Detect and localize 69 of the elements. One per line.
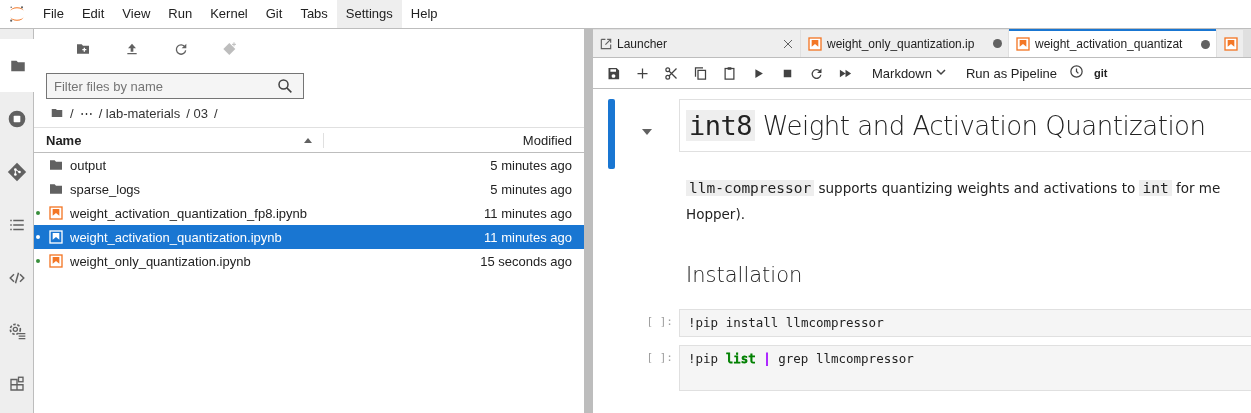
notebook-icon xyxy=(48,253,64,269)
breadcrumb[interactable]: / 03 xyxy=(186,105,208,121)
folder-icon xyxy=(50,106,64,120)
collapse-caret-icon xyxy=(641,128,653,136)
code-cell[interactable]: !pip list | grep llmcompressor xyxy=(679,345,1251,391)
save-icon xyxy=(606,65,621,81)
search-icon xyxy=(276,77,294,95)
close-icon xyxy=(782,37,794,50)
clock-icon xyxy=(1069,64,1085,79)
file-row[interactable]: weight_activation_quantization_fp8.ipynb 11 minutes ago xyxy=(34,201,584,225)
notebook-icon xyxy=(48,205,64,221)
file-name: sparse_logs xyxy=(70,181,142,197)
filter-field[interactable]: Filter files by name xyxy=(46,73,304,99)
sort-ascending-icon xyxy=(303,136,313,144)
git-clone-icon xyxy=(221,41,238,57)
menu-item[interactable]: File xyxy=(34,0,73,28)
menu-item[interactable]: Run xyxy=(159,0,202,28)
menu-item[interactable]: Kernel xyxy=(201,0,257,28)
file-row[interactable]: sparse_logs 5 minutes ago xyxy=(34,177,584,201)
cut-icon xyxy=(664,65,679,81)
modified-time: 11 minutes ago xyxy=(484,229,572,245)
breadcrumb[interactable]: / xyxy=(213,105,218,121)
file-name: output xyxy=(70,157,108,173)
menu-item[interactable]: View xyxy=(113,0,160,28)
column-header[interactable]: Modified xyxy=(522,132,572,148)
menu-item[interactable]: Settings xyxy=(336,0,402,28)
stop-icon xyxy=(6,108,27,129)
editor-tab[interactable]: weight_activation_quantizat xyxy=(1009,29,1216,57)
file-name: weight_activation_quantization.ipynb xyxy=(70,229,283,245)
modified-time: 5 minutes ago xyxy=(490,181,572,197)
modified-time: 11 minutes ago xyxy=(484,205,572,221)
paste-icon xyxy=(722,65,737,81)
heading: int8 Weight and Activation Quantization xyxy=(679,99,1251,152)
copy-icon xyxy=(693,65,708,81)
file-row[interactable]: weight_only_quantization.ipynb 15 seconds ago xyxy=(34,249,584,273)
run-pipeline-button[interactable]: Run as Pipeline xyxy=(961,65,1062,81)
breadcrumb[interactable]: ⋯ xyxy=(79,105,93,121)
subheading: Installation xyxy=(685,262,803,289)
notebook-icon xyxy=(807,35,823,52)
menu-item[interactable]: Help xyxy=(401,0,447,28)
breadcrumb[interactable]: / lab-materials xyxy=(98,105,181,121)
new-folder-icon xyxy=(74,41,91,57)
caret-icon xyxy=(935,69,946,77)
editor-tab[interactable]: Launcher xyxy=(593,30,800,57)
git-icon xyxy=(6,161,27,182)
notebook-icon xyxy=(48,229,64,245)
column-header[interactable]: Name xyxy=(46,132,82,148)
cell-prompt: [ ]: xyxy=(645,350,674,364)
code-cell[interactable]: !pip install llmcompressor xyxy=(679,309,1251,337)
modified-time: 15 seconds ago xyxy=(480,253,572,269)
cell-type-dropdown[interactable]: Markdown xyxy=(868,65,950,81)
git-button[interactable]: git xyxy=(1094,67,1108,79)
cell-prompt: [ ]: xyxy=(645,314,674,328)
paragraph: llm-compressor supports quantizing weights and activations to int for me Hopper). xyxy=(685,179,1221,224)
notebook-icon xyxy=(1223,35,1239,52)
sidebar-tab[interactable] xyxy=(0,39,34,92)
menu-item[interactable]: Git xyxy=(256,0,292,28)
modified-time: 5 minutes ago xyxy=(490,157,572,173)
notebook-icon xyxy=(1015,36,1031,52)
file-row[interactable]: weight_activation_quantization.ipynb 11 minutes ago xyxy=(34,225,584,249)
breadcrumb[interactable]: / xyxy=(70,105,74,121)
file-name: weight_activation_quantization_fp8.ipynb xyxy=(70,205,309,221)
menu-item[interactable]: Edit xyxy=(72,0,114,28)
extension-icon xyxy=(7,374,26,393)
external-link-icon xyxy=(599,36,613,51)
file-row[interactable]: output 5 minutes ago xyxy=(34,153,584,177)
file-name: weight_only_quantization.ipynb xyxy=(70,253,252,269)
editor-tab[interactable]: weight_only_quantization.ip xyxy=(801,30,1008,57)
menu-item[interactable]: Tabs xyxy=(291,0,337,28)
